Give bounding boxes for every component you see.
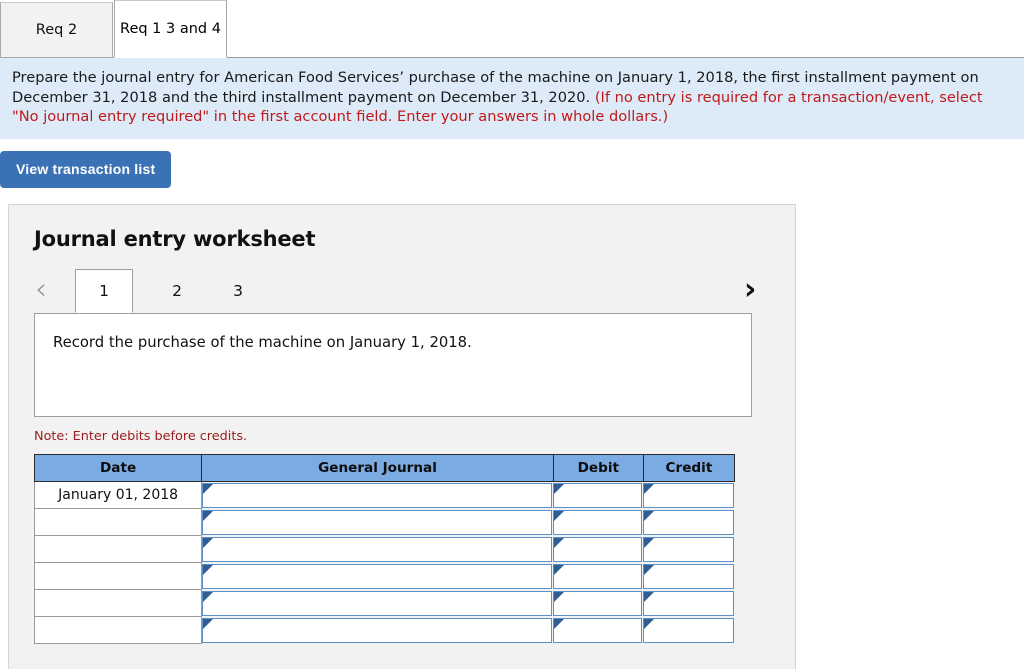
debit-cell (553, 508, 644, 536)
table-row (33, 562, 735, 590)
general-journal-cell (201, 508, 554, 536)
debit-input[interactable] (553, 563, 643, 589)
general-journal-input[interactable] (202, 617, 553, 643)
entry-pager: ‹ 1 2 3 › (9, 268, 795, 313)
general-journal-cell (201, 535, 554, 563)
credit-cell (643, 508, 735, 536)
chevron-right-icon[interactable]: › (744, 272, 756, 307)
credit-input[interactable] (643, 590, 734, 616)
table-header-row: Date General Journal Debit Credit (33, 453, 736, 482)
general-journal-input[interactable] (202, 536, 553, 562)
tab-req-2[interactable]: Req 2 (0, 2, 113, 58)
credit-input[interactable] (643, 536, 734, 562)
chevron-left-icon[interactable]: ‹ (35, 272, 47, 307)
entry-description-text: Record the purchase of the machine on Ja… (53, 333, 472, 351)
table-row: January 01, 2018 (33, 480, 735, 509)
general-journal-input[interactable] (202, 590, 553, 616)
debit-input[interactable] (553, 590, 643, 616)
date-cell (33, 589, 203, 617)
debit-input[interactable] (553, 617, 643, 643)
credit-cell (643, 562, 735, 590)
credit-input[interactable] (643, 482, 734, 508)
tab-req-2-label: Req 2 (35, 22, 78, 38)
credit-input[interactable] (643, 509, 734, 535)
general-journal-cell (201, 589, 554, 617)
date-cell (33, 535, 203, 563)
debit-input[interactable] (553, 536, 643, 562)
table-row (33, 508, 735, 536)
toolbar: View transaction list (0, 138, 1024, 188)
column-header-date: Date (33, 453, 203, 482)
journal-entry-table-body: January 01, 2018 (33, 480, 735, 644)
debit-cell (553, 481, 644, 509)
debits-before-credits-note: Note: Enter debits before credits. (34, 428, 248, 444)
entry-tab-3-label: 3 (233, 281, 243, 300)
date-cell (33, 562, 203, 590)
column-header-credit: Credit (642, 453, 736, 482)
credit-input[interactable] (643, 617, 734, 643)
journal-entry-table: Date General Journal Debit Credit Januar… (33, 453, 736, 644)
instructions-banner: Prepare the journal entry for American F… (0, 58, 1024, 139)
credit-cell (643, 535, 735, 563)
tab-req-1-3-and-4[interactable]: Req 1 3 and 4 (114, 0, 227, 58)
general-journal-cell (201, 562, 554, 590)
debit-input[interactable] (553, 482, 643, 508)
date-cell (33, 508, 203, 536)
debit-cell (553, 562, 644, 590)
general-journal-input[interactable] (202, 563, 553, 589)
entry-tab-3[interactable]: 3 (209, 269, 267, 313)
debit-cell (553, 616, 644, 644)
entry-tab-1-label: 1 (99, 281, 109, 300)
date-cell: January 01, 2018 (33, 480, 203, 509)
table-row (33, 616, 735, 644)
credit-input[interactable] (643, 563, 734, 589)
column-header-general-journal: General Journal (201, 453, 554, 482)
general-journal-input[interactable] (202, 482, 553, 508)
general-journal-input[interactable] (202, 509, 553, 535)
debit-input[interactable] (553, 509, 643, 535)
general-journal-cell (201, 616, 554, 644)
entry-tab-2-label: 2 (172, 281, 182, 300)
table-row (33, 589, 735, 617)
column-header-debit: Debit (552, 453, 644, 482)
credit-cell (643, 481, 735, 509)
general-journal-cell (201, 481, 554, 509)
journal-entry-worksheet-panel: Journal entry worksheet ‹ 1 2 3 › Record… (8, 203, 796, 669)
view-transaction-list-button[interactable]: View transaction list (0, 150, 172, 188)
credit-cell (643, 616, 735, 644)
tab-req-1-3-and-4-label: Req 1 3 and 4 (120, 21, 221, 37)
date-cell (33, 616, 203, 644)
debit-cell (553, 535, 644, 563)
credit-cell (643, 589, 735, 617)
debit-cell (553, 589, 644, 617)
requirement-tab-bar: Req 2 Req 1 3 and 4 (0, 0, 1024, 58)
table-row (33, 535, 735, 563)
worksheet-title: Journal entry worksheet (34, 226, 316, 251)
entry-description-box: Record the purchase of the machine on Ja… (34, 312, 752, 417)
entry-tab-2[interactable]: 2 (148, 269, 206, 313)
entry-tab-1[interactable]: 1 (75, 268, 133, 313)
